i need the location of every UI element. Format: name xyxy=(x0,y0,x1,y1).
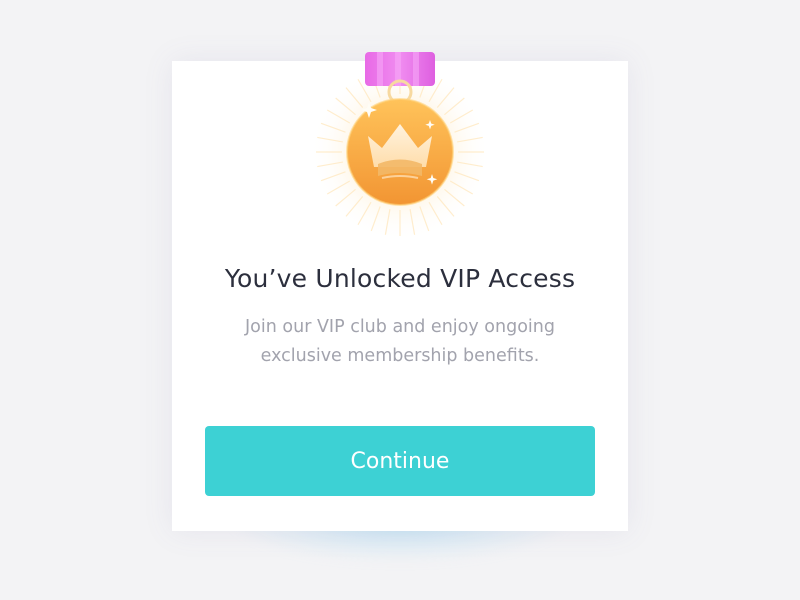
crown-medal-icon xyxy=(312,52,488,240)
dialog-message-line-1: Join our VIP club and enjoy ongoing xyxy=(245,317,555,337)
continue-button[interactable]: Continue xyxy=(205,426,595,496)
dialog-message: Join our VIP club and enjoy ongoing excl… xyxy=(172,313,628,371)
dialog-message-line-2: exclusive membership benefits. xyxy=(260,346,540,366)
vip-medal-badge xyxy=(310,52,490,242)
dialog-title: You’ve Unlocked VIP Access xyxy=(224,264,576,293)
